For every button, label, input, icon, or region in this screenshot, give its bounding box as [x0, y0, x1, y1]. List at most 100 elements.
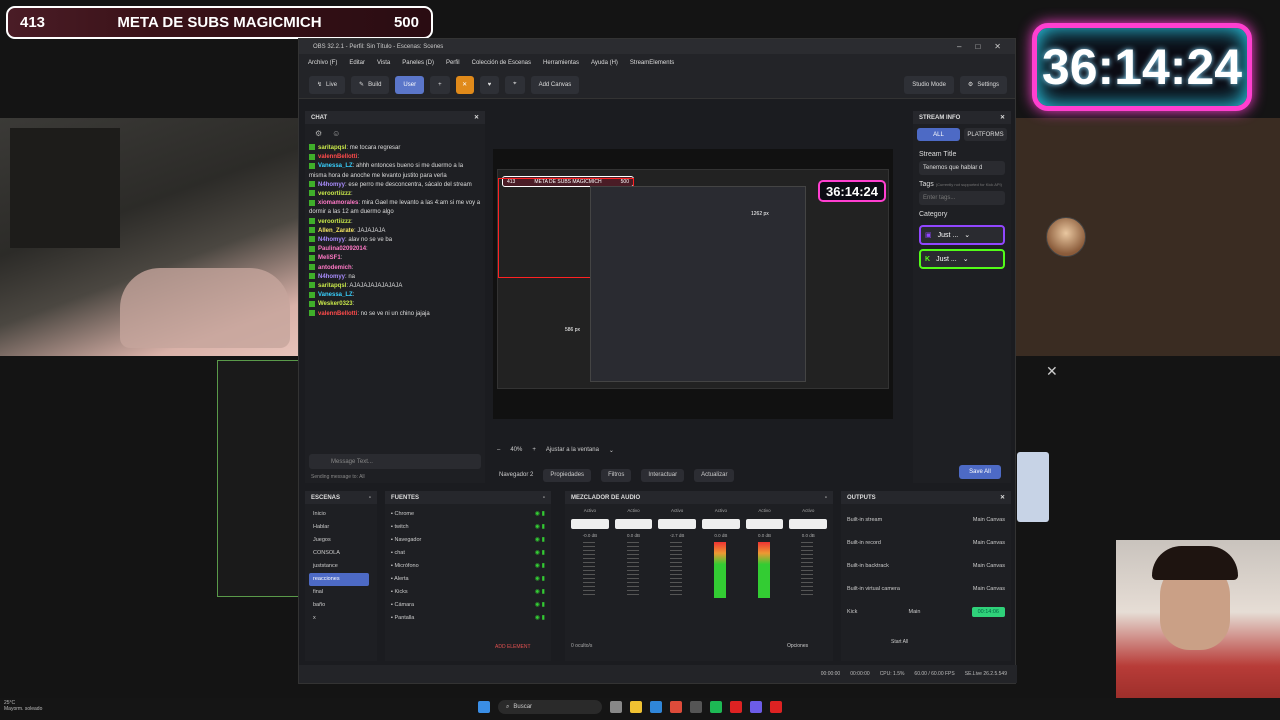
- dock-icon[interactable]: ▫: [369, 495, 371, 501]
- channel-name-field[interactable]: [658, 519, 697, 529]
- visibility-lock-icon[interactable]: ◉ ▮: [535, 521, 545, 534]
- emote-icon[interactable]: ☺: [332, 129, 340, 138]
- settings-button[interactable]: ⚙ Settings: [959, 75, 1007, 94]
- channel-name-field[interactable]: [789, 519, 828, 529]
- scene-item[interactable]: baño: [313, 599, 369, 612]
- source-item[interactable]: ▪ Chrome ◉ ▮: [391, 508, 545, 521]
- volume-meter[interactable]: [757, 542, 770, 598]
- chat-username[interactable]: antodemich: [318, 265, 352, 271]
- scene-item[interactable]: reacciones: [309, 573, 369, 586]
- start-all-button[interactable]: Start All: [891, 639, 908, 645]
- maximize-icon[interactable]: □: [975, 42, 980, 51]
- add-canvas-button[interactable]: Add Canvas: [530, 75, 580, 94]
- chat-username[interactable]: Wesker0323: [318, 301, 353, 307]
- menu-editar[interactable]: Editar: [349, 60, 365, 66]
- visibility-lock-icon[interactable]: ◉ ▮: [535, 586, 545, 599]
- menu-vista[interactable]: Vista: [377, 60, 390, 66]
- fit-window-select[interactable]: Ajustar a la ventana: [546, 447, 599, 453]
- chat-username[interactable]: Allen_Zarate: [318, 228, 354, 234]
- options-button[interactable]: Opciones: [787, 643, 808, 649]
- zoom-in-button[interactable]: +: [532, 447, 536, 453]
- visibility-lock-icon[interactable]: ◉ ▮: [535, 599, 545, 612]
- dock-icon[interactable]: ▫: [825, 495, 827, 501]
- app-icon[interactable]: [770, 701, 782, 713]
- channel-name-field[interactable]: [571, 519, 609, 529]
- menu-streamelements[interactable]: StreamElements: [630, 60, 674, 66]
- add-element-button[interactable]: ADD ELEMENT: [495, 644, 531, 650]
- chat-username[interactable]: valennBellotti: [318, 154, 357, 160]
- studio-mode-button[interactable]: Studio Mode: [904, 75, 954, 94]
- source-item[interactable]: ▪ twitch ◉ ▮: [391, 521, 545, 534]
- chat-username[interactable]: MeliSF1: [318, 255, 341, 261]
- chat-username[interactable]: Paulina02092014: [318, 246, 366, 252]
- chevron-down-icon[interactable]: ⌄: [609, 447, 614, 454]
- settings-icon[interactable]: ⚙: [315, 129, 322, 138]
- folder-icon[interactable]: [630, 701, 642, 713]
- edge-icon[interactable]: [650, 701, 662, 713]
- scene-item[interactable]: Juegos: [313, 534, 369, 547]
- chat-username[interactable]: saritapqsl: [318, 145, 346, 151]
- visibility-lock-icon[interactable]: ◉ ▮: [535, 547, 545, 560]
- tags-input[interactable]: Enter tags...: [919, 191, 1005, 205]
- source-item[interactable]: ▪ Alerta ◉ ▮: [391, 573, 545, 586]
- volume-meter[interactable]: [670, 542, 683, 598]
- filters-button[interactable]: Filtros: [601, 468, 632, 482]
- chat-username[interactable]: N4homyy: [318, 182, 345, 188]
- close-icon[interactable]: ✕: [1000, 494, 1005, 501]
- tools-icon[interactable]: ✕: [455, 75, 474, 94]
- volume-meter[interactable]: [801, 542, 814, 598]
- scene-item[interactable]: CONSOLA: [313, 547, 369, 560]
- zoom-out-button[interactable]: –: [497, 447, 500, 453]
- scene-item[interactable]: Hablar: [313, 521, 369, 534]
- add-mode-button[interactable]: +: [430, 75, 450, 94]
- start-icon[interactable]: [478, 701, 490, 713]
- build-button[interactable]: ✎ Build: [351, 75, 390, 94]
- obs-icon[interactable]: [690, 701, 702, 713]
- volume-meter[interactable]: [714, 542, 727, 598]
- source-item[interactable]: ▪ Micrófono ◉ ▮: [391, 560, 545, 573]
- scene-item[interactable]: x: [313, 612, 369, 625]
- tab-platforms[interactable]: PLATFORMS: [964, 128, 1007, 141]
- refresh-button[interactable]: Actualizar: [694, 468, 735, 482]
- live-status-button[interactable]: 00:14:06: [971, 606, 1005, 617]
- volume-meter[interactable]: [626, 542, 639, 598]
- visibility-lock-icon[interactable]: ◉ ▮: [535, 560, 545, 573]
- visibility-lock-icon[interactable]: ◉ ▮: [535, 612, 545, 625]
- close-icon[interactable]: ✕: [474, 114, 479, 121]
- save-all-button[interactable]: Save All: [959, 465, 1001, 479]
- channel-name-field[interactable]: [614, 519, 653, 529]
- weather-widget[interactable]: 25°C Mayorm. soleado: [4, 700, 42, 712]
- close-window-icon[interactable]: ✕: [994, 42, 1001, 51]
- tab-all[interactable]: ALL: [917, 128, 960, 141]
- task-view-icon[interactable]: [610, 701, 622, 713]
- channel-name-field[interactable]: [745, 519, 784, 529]
- visibility-lock-icon[interactable]: ◉ ▮: [535, 573, 545, 586]
- minimize-icon[interactable]: –: [957, 42, 961, 51]
- menu-herramientas[interactable]: Herramientas: [543, 60, 579, 66]
- discord-icon[interactable]: [750, 701, 762, 713]
- source-item[interactable]: ▪ Pantalla ◉ ▮: [391, 612, 545, 625]
- chat-input[interactable]: Message Text...: [309, 454, 481, 469]
- chat-username[interactable]: N4homyy: [318, 274, 345, 280]
- source-item[interactable]: ▪ chat ◉ ▮: [391, 547, 545, 560]
- chrome-icon[interactable]: [670, 701, 682, 713]
- canvas-preview[interactable]: 413 META DE SUBS MAGICMICH 500 1262 px 586…: [493, 149, 893, 419]
- chat-username[interactable]: veroortiizzz: [318, 219, 351, 225]
- close-icon[interactable]: ✕: [1000, 114, 1005, 121]
- chat-username[interactable]: saritapqsl: [318, 283, 346, 289]
- pin-icon[interactable]: ⌖: [505, 75, 525, 94]
- dock-icon[interactable]: ▫: [543, 495, 545, 501]
- live-button[interactable]: ↯ Live: [309, 75, 346, 94]
- menu-coleccion[interactable]: Colección de Escenas: [472, 60, 531, 66]
- user-button[interactable]: User: [395, 75, 425, 94]
- menu-perfil[interactable]: Perfil: [446, 60, 460, 66]
- twitch-category-select[interactable]: ▣ Just ... ⌄: [919, 225, 1005, 245]
- source-item[interactable]: ▪ Kicks ◉ ▮: [391, 586, 545, 599]
- spotify-icon[interactable]: [710, 701, 722, 713]
- volume-meter[interactable]: [583, 542, 595, 598]
- chat-username[interactable]: valennBellotti: [318, 311, 357, 317]
- source-item[interactable]: ▪ Navegador ◉ ▮: [391, 534, 545, 547]
- chat-username[interactable]: N4homyy: [318, 237, 345, 243]
- scene-item[interactable]: Inicio: [313, 508, 369, 521]
- interact-button[interactable]: Interactuar: [641, 468, 685, 482]
